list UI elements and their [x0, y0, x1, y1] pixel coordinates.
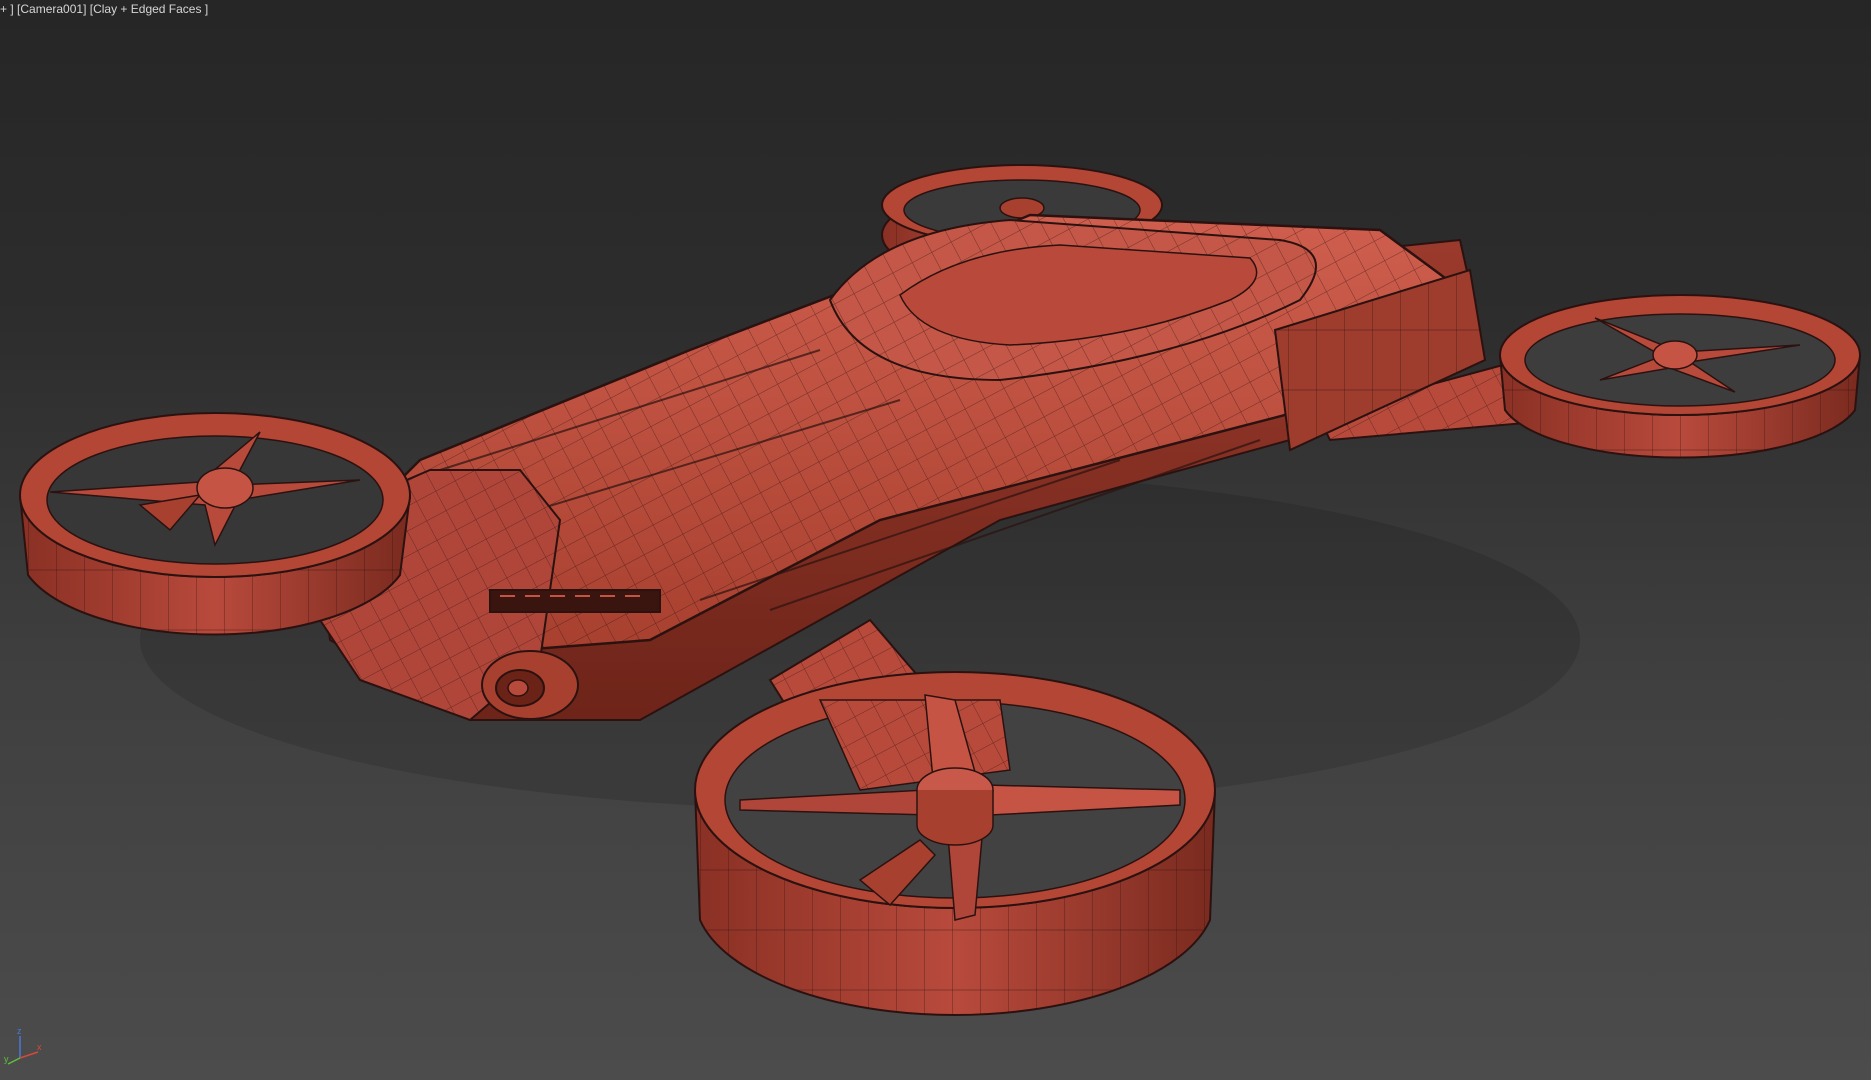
drone-model[interactable]	[0, 0, 1871, 1080]
z-axis-label: z	[17, 1026, 22, 1036]
x-axis-label: x	[37, 1042, 42, 1052]
viewport[interactable]: + ] [Camera001] [Clay + Edged Faces ] z …	[0, 0, 1871, 1080]
axis-gizmo: z x y	[4, 1026, 42, 1065]
y-axis-label: y	[4, 1054, 9, 1064]
y-axis	[7, 1057, 21, 1065]
rotor-left	[19, 412, 411, 636]
x-axis	[19, 1051, 39, 1059]
